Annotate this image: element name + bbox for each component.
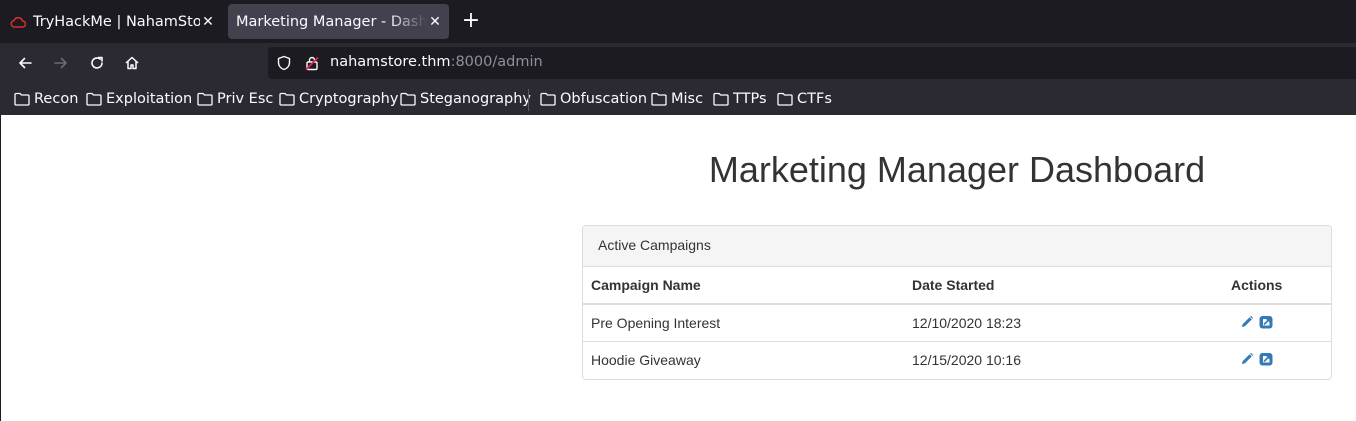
bookmark-label: Misc [671,91,704,107]
close-tab-icon[interactable]: ✕ [427,14,443,30]
forward-button[interactable] [48,50,74,76]
new-tab-button[interactable]: + [458,9,484,35]
folder-icon [540,92,556,106]
bookmark-label: CTFs [797,91,832,107]
bookmark-label: Cryptography [299,91,399,107]
tab-strip: TryHackMe | NahamStore ✕ Marketing Manag… [0,0,1356,43]
table-row: Hoodie Giveaway 12/15/2020 10:16 [583,342,1331,379]
edit-icon[interactable] [1240,352,1254,366]
bookmark-label: Priv Esc [217,91,274,107]
insecure-lock-icon[interactable] [304,55,320,71]
bookmark-folder-priv-esc[interactable]: Priv Esc [197,90,273,108]
folder-icon [400,92,416,106]
page-content: Marketing Manager Dashboard Active Campa… [0,115,1356,421]
campaign-name: Hoodie Giveaway [591,352,701,368]
table-header-row: Campaign Name Date Started Actions [583,267,1331,305]
tracking-shield-icon[interactable] [276,55,292,71]
edit-icon[interactable] [1240,315,1254,329]
bookmark-folder-ttps[interactable]: TTPs [713,90,767,108]
bookmark-folder-recon[interactable]: Recon [14,90,78,108]
bookmark-label: Steganography [420,91,531,107]
row-actions [1240,315,1274,329]
home-button[interactable] [119,50,145,76]
folder-icon [713,92,729,106]
bookmark-folder-ctfs[interactable]: CTFs [777,90,832,108]
bookmark-label: Exploitation [106,91,193,107]
bookmark-label: Obfuscation [560,91,648,107]
external-link-icon[interactable] [1259,352,1274,366]
tab-title: Marketing Manager - Dashboard [236,13,427,30]
campaign-name: Pre Opening Interest [591,315,721,331]
page-title: Marketing Manager Dashboard [708,149,1206,190]
folder-icon [777,92,793,106]
row-actions [1240,352,1274,366]
url-path: :8000/admin [450,54,543,70]
folder-icon [651,92,667,106]
folder-icon [197,92,213,106]
column-header-campaign-name: Campaign Name [591,277,701,293]
back-button[interactable] [12,50,38,76]
address-bar[interactable]: nahamstore.thm:8000/admin [268,47,1356,79]
tab-marketing-dashboard[interactable]: Marketing Manager - Dashboard ✕ [228,4,449,39]
arrow-left-icon [19,57,32,69]
navigation-bar: nahamstore.thm:8000/admin [0,43,1356,83]
bookmark-label: TTPs [733,91,767,107]
campaigns-table: Campaign Name Date Started Actions Pre O… [583,267,1331,379]
column-header-actions: Actions [1231,277,1283,293]
table-row: Pre Opening Interest 12/10/2020 18:23 [583,305,1331,342]
column-header-date-started: Date Started [912,277,995,293]
tab-tryhackme[interactable]: TryHackMe | NahamStore ✕ [0,4,222,39]
campaigns-panel: Active Campaigns Campaign Name Date Star… [582,225,1332,380]
close-tab-icon[interactable]: ✕ [200,14,216,30]
reload-icon [91,56,103,69]
bookmark-label: Recon [34,91,79,107]
arrow-right-icon [54,57,67,69]
home-icon [125,56,139,70]
bookmark-folder-obfuscation[interactable]: Obfuscation [540,90,647,108]
bookmark-folder-misc[interactable]: Misc [651,90,703,108]
url-host: nahamstore.thm [330,54,451,70]
url-text: nahamstore.thm:8000/admin [330,54,543,70]
tryhackme-cloud-icon [10,15,26,29]
external-link-icon[interactable] [1259,315,1274,329]
folder-icon [86,92,102,106]
bookmarks-toolbar: Recon Exploitation Priv Esc Cryptography… [0,83,1356,115]
folder-icon [279,92,295,106]
campaign-date: 12/15/2020 10:16 [912,352,1021,368]
bookmark-folder-steganography[interactable]: Steganography [400,90,531,108]
bookmark-folder-cryptography[interactable]: Cryptography [279,90,398,108]
tab-title: TryHackMe | NahamStore [33,13,200,30]
bookmarks-separator [528,89,529,111]
reload-button[interactable] [84,50,110,76]
panel-heading: Active Campaigns [583,226,1331,267]
folder-icon [14,92,30,106]
bookmark-folder-exploitation[interactable]: Exploitation [86,90,192,108]
campaign-date: 12/10/2020 18:23 [912,315,1021,331]
